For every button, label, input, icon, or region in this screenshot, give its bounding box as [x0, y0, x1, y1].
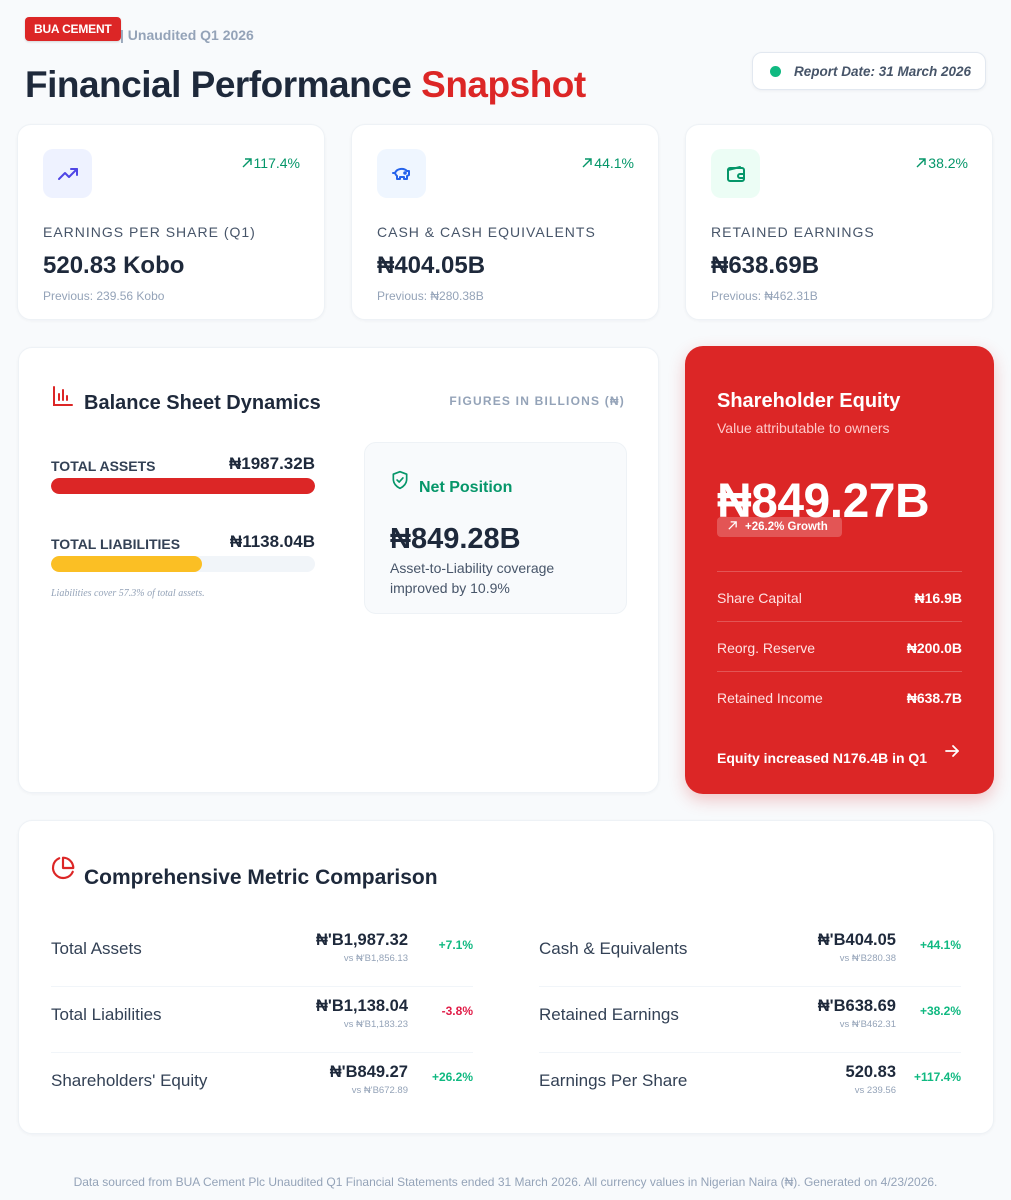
equity-row-label: Retained Income	[717, 690, 823, 706]
kpi-previous: Previous: ₦280.38B	[377, 289, 484, 303]
bar-fill	[51, 478, 315, 494]
metric-name: Cash & Equivalents	[539, 939, 688, 958]
equity-title: Shareholder Equity	[717, 390, 901, 412]
kpi-label: EARNINGS PER SHARE (Q1)	[43, 224, 256, 240]
metric-row: Total Assets ₦'B1,987.32 vs ₦'B1,856.13 …	[51, 921, 473, 987]
metric-previous: vs ₦'B1,856.13	[343, 953, 408, 964]
page-title: Financial Performance Snapshot	[25, 64, 586, 106]
metric-previous: vs ₦'B280.38	[839, 953, 896, 964]
page-title-accent: Snapshot	[421, 64, 586, 105]
report-date: Report Date: 31 March 2026	[794, 64, 972, 79]
metric-value: ₦'B1,138.04	[316, 997, 408, 1015]
page-footer: Data sourced from BUA Cement Plc Unaudit…	[73, 1175, 938, 1189]
metric-row: Total Liabilities ₦'B1,138.04 vs ₦'B1,18…	[51, 987, 473, 1053]
arrow-right-icon[interactable]	[943, 742, 961, 760]
brand-badge: BUA CEMENT	[25, 17, 121, 41]
metric-value: 520.83	[845, 1063, 896, 1081]
equity-row-retained-income: Retained Income ₦638.7B	[717, 671, 962, 721]
equity-footer-link[interactable]: Equity increased N176.4B in Q1	[717, 750, 927, 766]
kpi-label: RETAINED EARNINGS	[711, 224, 875, 240]
report-date-pill: Report Date: 31 March 2026	[752, 52, 986, 90]
net-position-value: ₦849.28B	[390, 523, 521, 555]
metric-name: Total Assets	[51, 939, 142, 958]
metric-name: Shareholders' Equity	[51, 1071, 208, 1090]
pie-chart-icon	[52, 856, 75, 879]
shareholder-equity-card: Shareholder Equity Value attributable to…	[685, 346, 994, 794]
kpi-card-retained: 38.2% RETAINED EARNINGS ₦638.69B Previou…	[685, 124, 993, 320]
kpi-trend: 38.2%	[915, 155, 968, 171]
equity-subtitle: Value attributable to owners	[717, 420, 890, 436]
piggy-bank-icon	[377, 149, 426, 198]
net-position-panel: Net Position ₦849.28B Asset-to-Liability…	[364, 442, 627, 614]
kpi-trend: 44.1%	[581, 155, 634, 171]
bar-fill	[51, 556, 203, 572]
metric-row: Earnings Per Share 520.83 vs 239.56 +117…	[539, 1053, 961, 1119]
metric-change: +117.4%	[913, 1070, 961, 1084]
wallet-icon	[711, 149, 760, 198]
net-position-title: Net Position	[419, 479, 513, 496]
total-liabilities-label: TOTAL LIABILITIES	[51, 536, 181, 552]
kpi-previous: Previous: 239.56 Kobo	[43, 289, 165, 303]
metric-name: Total Liabilities	[51, 1005, 162, 1024]
kpi-trend: 117.4%	[241, 155, 300, 171]
status-dot-icon	[770, 66, 781, 77]
net-position-desc: Asset-to-Liability coverage improved by …	[390, 560, 555, 596]
metric-change: +38.2%	[919, 1004, 961, 1018]
report-period: | Unaudited Q1 2026	[120, 27, 254, 43]
balance-sheet-card: Balance Sheet Dynamics FIGURES IN BILLIO…	[18, 347, 659, 793]
figures-note: FIGURES IN BILLIONS (₦)	[449, 394, 625, 408]
equity-growth: +26.2% Growth	[745, 521, 828, 533]
metric-previous: vs ₦'B672.89	[351, 1085, 408, 1096]
metric-previous: vs 239.56	[854, 1085, 896, 1096]
metric-comparison-card: Comprehensive Metric Comparison Total As…	[18, 820, 994, 1134]
metric-row: Cash & Equivalents ₦'B404.05 vs ₦'B280.3…	[539, 921, 961, 987]
trending-up-icon	[43, 149, 92, 198]
total-assets-label: TOTAL ASSETS	[51, 458, 156, 474]
equity-row-value: ₦16.9B	[914, 590, 962, 606]
metric-name: Retained Earnings	[539, 1005, 679, 1024]
bar-chart-icon	[53, 386, 73, 406]
kpi-card-cash: 44.1% CASH & CASH EQUIVALENTS ₦404.05B P…	[351, 124, 659, 320]
kpi-card-eps: 117.4% EARNINGS PER SHARE (Q1) 520.83 Ko…	[17, 124, 325, 320]
kpi-label: CASH & CASH EQUIVALENTS	[377, 224, 596, 240]
bar-track	[51, 556, 315, 572]
metric-previous: vs ₦'B1,183.23	[343, 1019, 408, 1030]
equity-growth-badge: +26.2% Growth	[717, 517, 842, 537]
metric-change: +26.2%	[431, 1070, 473, 1084]
metric-value: ₦'B638.69	[817, 997, 896, 1015]
arrow-up-right-icon	[582, 158, 592, 168]
equity-row-label: Reorg. Reserve	[717, 640, 816, 656]
kpi-value: ₦404.05B	[377, 252, 486, 279]
arrow-up-right-icon	[916, 158, 926, 168]
metric-previous: vs ₦'B462.31	[839, 1019, 896, 1030]
metric-value: ₦'B849.27	[329, 1063, 408, 1081]
metric-change: +7.1%	[438, 938, 473, 952]
arrow-up-right-icon	[242, 158, 252, 168]
page-title-main: Financial Performance	[25, 64, 412, 105]
balance-sheet-title: Balance Sheet Dynamics	[84, 392, 321, 414]
equity-row-share-capital: Share Capital ₦16.9B	[717, 571, 962, 621]
arrow-up-right-icon	[728, 521, 737, 530]
metric-value: ₦'B404.05	[817, 931, 896, 949]
equity-row-reorg-reserve: Reorg. Reserve ₦200.0B	[717, 621, 962, 671]
total-assets-value: ₦1987.32B	[228, 454, 315, 473]
metric-change: -3.8%	[441, 1004, 473, 1018]
metric-name: Earnings Per Share	[539, 1071, 688, 1090]
shield-check-icon	[392, 470, 408, 490]
equity-row-value: ₦200.0B	[906, 640, 962, 656]
kpi-previous: Previous: ₦462.31B	[711, 289, 818, 303]
bar-track	[51, 478, 315, 494]
liabilities-footnote: Liabilities cover 57.3% of total assets.	[51, 588, 205, 599]
metric-row: Shareholders' Equity ₦'B849.27 vs ₦'B672…	[51, 1053, 473, 1119]
metric-change: +44.1%	[919, 938, 961, 952]
total-liabilities-value: ₦1138.04B	[229, 532, 315, 551]
equity-row-value: ₦638.7B	[906, 690, 962, 706]
comparison-title: Comprehensive Metric Comparison	[84, 866, 438, 889]
equity-row-label: Share Capital	[717, 590, 802, 606]
kpi-value: 520.83 Kobo	[43, 252, 185, 279]
kpi-value: ₦638.69B	[711, 252, 820, 279]
metric-value: ₦'B1,987.32	[316, 931, 408, 949]
metric-row: Retained Earnings ₦'B638.69 vs ₦'B462.31…	[539, 987, 961, 1053]
